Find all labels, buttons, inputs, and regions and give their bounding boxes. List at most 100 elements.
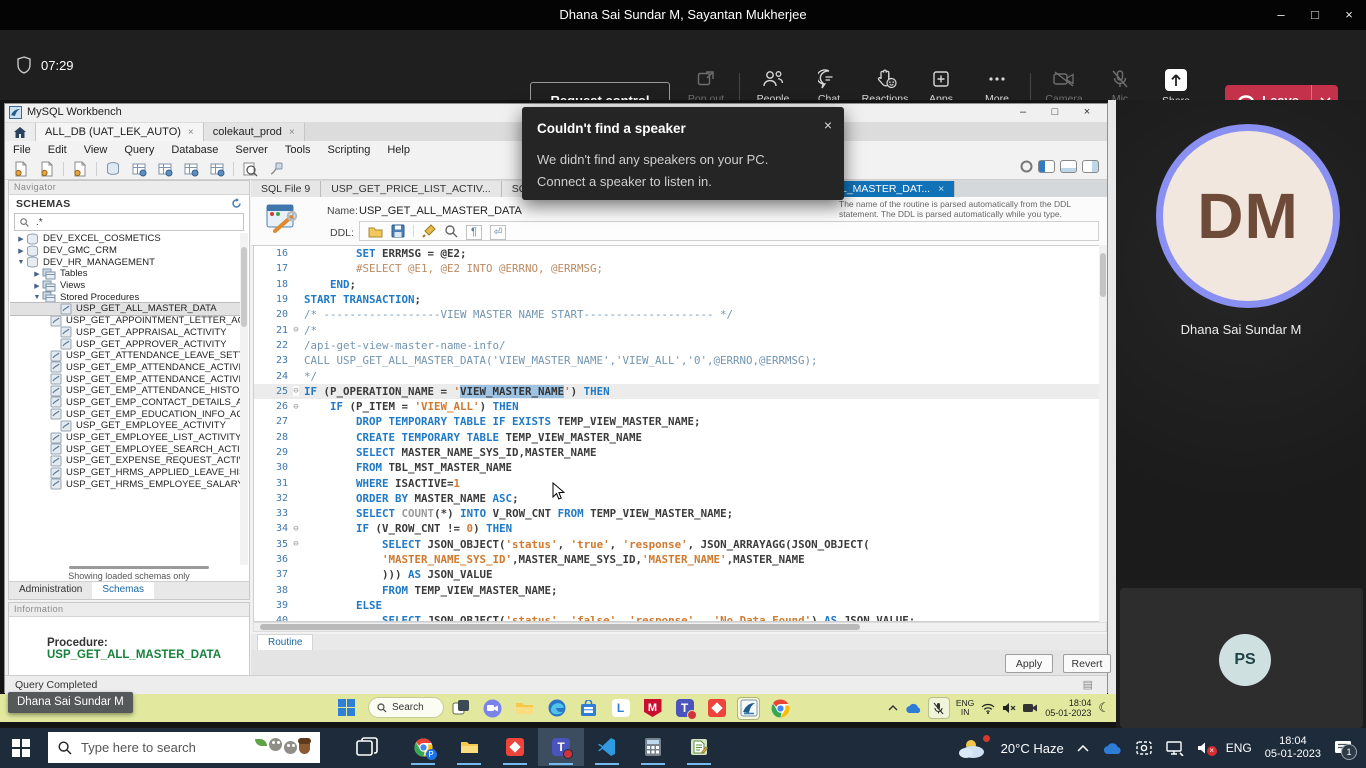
weather-summary[interactable]: 20°C Haze (1001, 741, 1064, 756)
host-vscode-icon[interactable] (584, 728, 630, 766)
onedrive-icon[interactable] (905, 703, 922, 714)
wifi-icon[interactable] (981, 703, 995, 714)
tree-item-usp-get-employee-list-activity[interactable]: USP_GET_EMPLOYEE_LIST_ACTIVITY (10, 432, 240, 444)
participant-tile-main[interactable]: DM Dhana Sai Sundar M (1116, 100, 1366, 580)
tree-item-usp-get-hrms-applied-leave-history-a[interactable]: USP_GET_HRMS_APPLIED_LEAVE_HISTORY_A (10, 467, 240, 479)
weather-icon[interactable] (958, 737, 988, 759)
night-light-icon[interactable]: ☾ (1098, 700, 1110, 716)
host-anydesk-icon[interactable] (492, 728, 538, 766)
connection-tab-0[interactable]: ALL_DB (UAT_LEK_AUTO)× (36, 123, 204, 141)
menu-edit[interactable]: Edit (48, 144, 67, 156)
sql-code-editor[interactable]: 16 SET ERRMSG = @E2;17 #SELECT @E1, @E2 … (253, 245, 1107, 622)
routine-name-value[interactable]: USP_GET_ALL_MASTER_DATA (359, 205, 522, 217)
wb-maximize-icon[interactable]: □ (1039, 104, 1071, 122)
fold-marker-icon[interactable]: ⊖ (288, 524, 304, 534)
close-tab-icon[interactable]: × (289, 127, 295, 138)
shared-teams-chat-icon[interactable] (482, 698, 503, 719)
invisibles-icon[interactable]: ¶ (466, 222, 482, 240)
menu-view[interactable]: View (84, 144, 108, 156)
fold-marker-icon[interactable]: ⊖ (288, 539, 304, 549)
fold-marker-icon[interactable]: ⊖ (288, 325, 304, 335)
camera-tray-icon[interactable] (1023, 703, 1038, 713)
tree-item-dev-gmc-crm[interactable]: ▶DEV_GMC_CRM (10, 245, 240, 257)
notification-close-icon[interactable]: × (824, 117, 832, 133)
panel-left-toggle-icon[interactable] (1038, 160, 1055, 173)
panel-right-toggle-icon[interactable] (1082, 160, 1099, 173)
host-explorer-icon[interactable] (446, 728, 492, 766)
meeting-share-tray-icon[interactable] (1135, 740, 1153, 756)
mic-muted-icon[interactable] (929, 698, 949, 718)
shared-clock[interactable]: 18:04 05-01-2023 (1045, 698, 1091, 718)
minimize-icon[interactable]: – (1264, 0, 1298, 30)
save-icon[interactable] (391, 224, 405, 238)
revert-button[interactable]: Revert (1063, 654, 1111, 673)
tab-schemas[interactable]: Schemas (92, 582, 154, 599)
shared-teams-icon[interactable]: T (674, 698, 695, 719)
routine-tab[interactable]: Routine (257, 634, 313, 650)
tree-item-dev-excel-cosmetics[interactable]: ▶DEV_EXCEL_COSMETICS (10, 233, 240, 245)
create-procedure-icon[interactable] (181, 160, 201, 178)
connection-tab-1[interactable]: colekaut_prod× (204, 123, 305, 141)
host-taskview-icon[interactable] (356, 737, 378, 759)
tree-item-usp-get-hrms-employee-salary-slip-a-[interactable]: USP_GET_HRMS_EMPLOYEE_SALARY_SLIP_A( (10, 478, 240, 490)
tree-item-usp-get-attendance-leave-settings-a-[interactable]: USP_GET_ATTENDANCE_LEAVE_SETTINGS_A( (10, 350, 240, 362)
shared-language-indicator[interactable]: ENG IN (956, 699, 974, 717)
tree-item-tables[interactable]: ▶Tables (10, 268, 240, 280)
shared-workbench-icon[interactable] (738, 698, 759, 719)
start-button-icon[interactable] (338, 699, 355, 716)
find-icon[interactable] (444, 224, 458, 238)
code-horizontal-scrollbar[interactable] (253, 622, 1107, 632)
expand-arrow-icon[interactable]: ▼ (32, 294, 42, 301)
close-icon[interactable]: × (1332, 0, 1366, 30)
editor-tab-1[interactable]: USP_GET_PRICE_LIST_ACTIV... (321, 181, 502, 197)
panel-bottom-toggle-icon[interactable] (1060, 160, 1077, 173)
collapse-arrow-icon[interactable]: ▶ (16, 235, 26, 243)
wb-minimize-icon[interactable]: – (1007, 104, 1039, 122)
speaker-muted-icon[interactable] (1002, 702, 1016, 714)
tab-administration[interactable]: Administration (9, 582, 92, 599)
shared-edge-icon[interactable] (546, 698, 567, 719)
new-query-tab-icon[interactable] (11, 160, 31, 178)
menu-help[interactable]: Help (387, 144, 410, 156)
shared-chrome-icon[interactable] (770, 698, 791, 719)
create-schema-icon[interactable] (103, 160, 123, 178)
menu-scripting[interactable]: Scripting (328, 144, 371, 156)
self-view-tile[interactable]: PS (1120, 588, 1363, 728)
navigator-hscroll[interactable] (69, 566, 209, 569)
tree-item-usp-get-emp-attendance-activity[interactable]: USP_GET_EMP_ATTENDANCE_ACTIVITY (10, 362, 240, 374)
shared-lenovo-icon[interactable]: L (610, 698, 631, 719)
menu-server[interactable]: Server (235, 144, 267, 156)
tree-item-dev-hr-management[interactable]: ▼DEV_HR_MANAGEMENT (10, 256, 240, 268)
network-icon[interactable] (1166, 741, 1184, 756)
tree-item-usp-get-expense-request-activity[interactable]: USP_GET_EXPENSE_REQUEST_ACTIVITY (10, 455, 240, 467)
tree-item-stored-procedures[interactable]: ▼Stored Procedures (10, 291, 240, 303)
tree-item-usp-get-appointment-letter-activity[interactable]: USP_GET_APPOINTMENT_LETTER_ACTIVITY (10, 315, 240, 327)
editor-tab-active[interactable]: L_MASTER_DAT...× (831, 181, 955, 197)
output-toggle-icon[interactable]: ▤ (1083, 678, 1093, 691)
tree-item-usp-get-emp-attendance-activity-app[interactable]: USP_GET_EMP_ATTENDANCE_ACTIVITY_APP (10, 373, 240, 385)
shared-store-icon[interactable] (578, 698, 599, 719)
new-script-icon[interactable] (37, 160, 57, 178)
shared-explorer-icon[interactable] (514, 698, 535, 719)
notification-center-icon[interactable]: 1 (1334, 740, 1352, 756)
create-view-icon[interactable] (155, 160, 175, 178)
collapse-arrow-icon[interactable]: ▶ (32, 270, 42, 278)
create-function-icon[interactable] (207, 160, 227, 178)
tree-item-usp-get-emp-contact-details-activity[interactable]: USP_GET_EMP_CONTACT_DETAILS_ACTIVITY (10, 397, 240, 409)
shared-search-box[interactable]: Search (368, 697, 444, 718)
schema-filter[interactable] (14, 213, 244, 231)
editor-tab-0[interactable]: SQL File 9 (251, 181, 321, 197)
host-language-indicator[interactable]: ENG (1226, 741, 1252, 755)
fold-marker-icon[interactable]: ⊖ (288, 386, 304, 396)
refresh-schemas-icon[interactable] (231, 198, 242, 209)
dashboard-icon[interactable] (1020, 160, 1033, 173)
tree-item-usp-get-employee-activity[interactable]: USP_GET_EMPLOYEE_ACTIVITY (10, 420, 240, 432)
restore-icon[interactable]: □ (1298, 0, 1332, 30)
wrap-icon[interactable]: ⏎ (490, 222, 506, 240)
host-clock[interactable]: 18:04 05-01-2023 (1265, 735, 1321, 761)
reconnect-icon[interactable] (266, 160, 286, 178)
tree-item-usp-get-emp-attendance-history-acti[interactable]: USP_GET_EMP_ATTENDANCE_HISTORY_ACTI (10, 385, 240, 397)
close-tab-icon[interactable]: × (938, 181, 944, 197)
schema-filter-input[interactable] (34, 216, 238, 229)
shared-anydesk-icon[interactable] (706, 698, 727, 719)
